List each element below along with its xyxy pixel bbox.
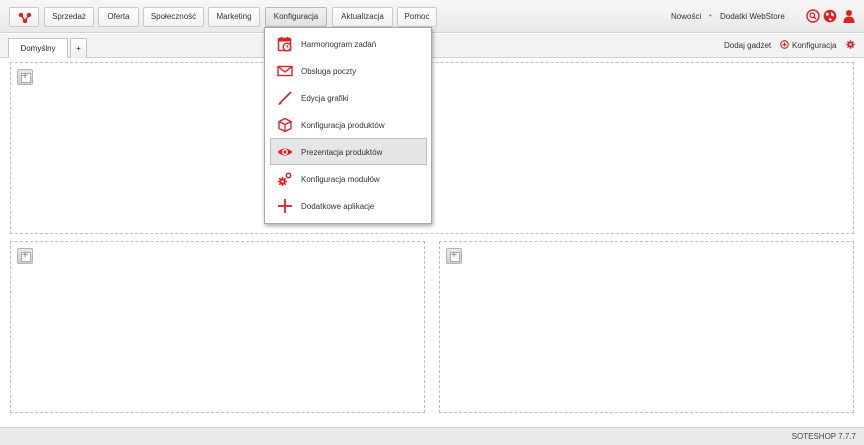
menu-item-prezentacja-produktow[interactable]: Prezentacja produktów bbox=[270, 138, 427, 165]
box-icon bbox=[278, 117, 292, 133]
news-link[interactable]: Nowości bbox=[671, 12, 701, 21]
add-circle-icon[interactable] bbox=[780, 40, 789, 49]
menu-item-label: Prezentacja produktów bbox=[301, 148, 383, 157]
menu-item-konfiguracja-produktow[interactable]: Konfiguracja produktów bbox=[270, 111, 427, 138]
logo-icon bbox=[18, 12, 32, 24]
config-link[interactable]: Konfiguracja bbox=[792, 41, 836, 50]
brush-icon bbox=[278, 91, 292, 105]
home-logo-button[interactable] bbox=[9, 7, 39, 27]
menu-item-label: Harmonogram zadań bbox=[301, 40, 377, 49]
links-separator: • bbox=[709, 11, 712, 20]
menu-item-obsluga-poczty[interactable]: Obsługa poczty bbox=[270, 57, 427, 84]
menu-item-label: Dodatkowe aplikacje bbox=[301, 202, 375, 211]
add-gadget-button[interactable] bbox=[17, 69, 33, 85]
webstore-link[interactable]: Dodatki WebStore bbox=[720, 12, 785, 21]
nav-oferta[interactable]: Oferta bbox=[98, 7, 139, 27]
menu-item-label: Obsługa poczty bbox=[301, 67, 357, 76]
gadget-panel-top bbox=[10, 62, 854, 234]
add-gadget-button[interactable] bbox=[446, 248, 462, 264]
tab-domyslny[interactable]: Domyślny bbox=[8, 38, 68, 58]
eye-icon bbox=[277, 148, 293, 156]
globe-icon[interactable] bbox=[823, 9, 837, 23]
add-gadget-button[interactable] bbox=[17, 248, 33, 264]
menu-item-edycja-grafiki[interactable]: Edycja grafiki bbox=[270, 84, 427, 111]
plus-icon bbox=[278, 199, 292, 213]
top-navigation-bar: Sprzedaż Oferta Społeczność Marketing Ko… bbox=[0, 0, 864, 33]
menu-item-dodatkowe-aplikacje[interactable]: Dodatkowe aplikacje bbox=[270, 192, 427, 219]
menu-item-label: Konfiguracja produktów bbox=[301, 121, 385, 130]
gear-icon[interactable] bbox=[846, 40, 855, 49]
menu-item-label: Konfiguracja modułów bbox=[301, 175, 380, 184]
footer-bar: SOTESHOP 7.7.7 bbox=[0, 427, 864, 445]
gadget-panel-bottom-right bbox=[439, 241, 854, 413]
calendar-clock-icon bbox=[277, 36, 292, 52]
nav-pomoc[interactable]: Pomoc bbox=[397, 7, 437, 27]
nav-aktualizacja[interactable]: Aktualizacja bbox=[332, 7, 393, 27]
gadget-panel-bottom-left bbox=[10, 241, 425, 413]
add-gadget-link[interactable]: Dodaj gadżet bbox=[724, 41, 771, 50]
envelope-icon bbox=[277, 65, 293, 77]
nav-konfiguracja[interactable]: Konfiguracja bbox=[265, 7, 327, 27]
nav-spolecznosc[interactable]: Społeczność bbox=[143, 7, 204, 27]
nav-sprzedaz[interactable]: Sprzedaż bbox=[44, 7, 94, 27]
menu-item-label: Edycja grafiki bbox=[301, 94, 349, 103]
konfiguracja-dropdown-menu: Harmonogram zadań Obsługa poczty Edycja … bbox=[264, 27, 432, 224]
search-icon[interactable] bbox=[806, 9, 820, 23]
nav-marketing[interactable]: Marketing bbox=[208, 7, 260, 27]
version-label: SOTESHOP 7.7.7 bbox=[791, 432, 856, 441]
user-icon[interactable] bbox=[842, 9, 856, 23]
menu-item-konfiguracja-modulow[interactable]: Konfiguracja modułów bbox=[270, 165, 427, 192]
gears-icon bbox=[278, 172, 292, 186]
menu-item-harmonogram[interactable]: Harmonogram zadań bbox=[270, 30, 427, 57]
add-tab-button[interactable]: + bbox=[70, 38, 87, 58]
